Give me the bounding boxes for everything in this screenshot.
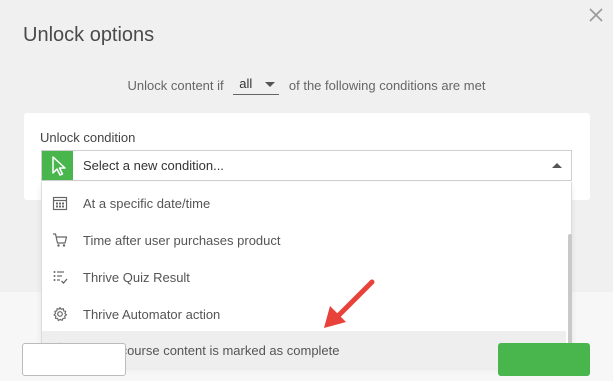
dropdown-item-specific-date[interactable]: At a specific date/time <box>42 184 566 221</box>
rule-prefix: Unlock content if <box>127 77 224 93</box>
dropdown-item-label: Time after user purchases product <box>83 233 281 248</box>
dropdown-item-label: Thrive Quiz Result <box>83 270 190 285</box>
unlock-rule-row: Unlock content if all of the following c… <box>0 75 613 95</box>
condition-label: Unlock condition <box>40 130 136 145</box>
unlock-options-dialog: Unlock options Unlock content if all of … <box>0 0 613 381</box>
annotation-arrow-icon <box>324 279 375 328</box>
cursor-icon <box>52 156 66 176</box>
chevron-down-icon <box>265 82 276 87</box>
dropdown-item-time-after-purchase[interactable]: Time after user purchases product <box>42 221 566 258</box>
dropdown-item-thrive-automator[interactable]: Thrive Automator action <box>42 295 566 332</box>
chevron-up-icon[interactable] <box>552 163 562 168</box>
checklist-icon <box>53 271 68 284</box>
dropdown-item-label: Thrive Automator action <box>83 307 221 322</box>
dropdown-item-thrive-quiz[interactable]: Thrive Quiz Result <box>42 258 566 295</box>
cancel-button[interactable] <box>22 343 126 376</box>
match-mode-select[interactable]: all <box>233 75 280 95</box>
condition-select[interactable]: Select a new condition... <box>41 150 572 181</box>
calendar-icon <box>52 196 68 211</box>
condition-select-placeholder: Select a new condition... <box>83 158 224 173</box>
gear-icon <box>53 306 68 322</box>
dialog-title: Unlock options <box>23 24 155 46</box>
save-button[interactable] <box>498 343 590 376</box>
rule-suffix: of the following conditions are met <box>288 77 486 93</box>
cart-icon <box>53 233 68 247</box>
match-mode-value: all <box>239 76 253 91</box>
close-icon[interactable] <box>587 6 605 24</box>
dropdown-item-label: At a specific date/time <box>83 196 211 211</box>
condition-dropdown: At a specific date/time Time after user … <box>41 182 572 368</box>
condition-select-icon-box <box>42 151 73 180</box>
